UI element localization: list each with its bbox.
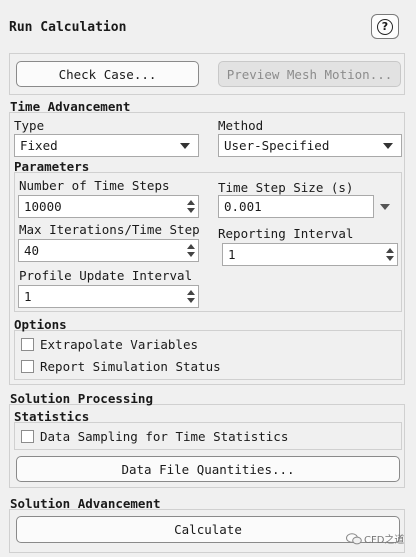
type-select[interactable]: Fixed bbox=[14, 134, 199, 157]
chevron-down-icon bbox=[383, 143, 393, 149]
chevron-down-icon[interactable] bbox=[380, 204, 390, 210]
data-sampling-checkbox[interactable]: Data Sampling for Time Statistics bbox=[21, 429, 288, 444]
time-step-size-input[interactable]: 0.001 bbox=[218, 195, 374, 218]
check-case-button[interactable]: Check Case... bbox=[16, 61, 199, 87]
extrapolate-variables-checkbox[interactable]: Extrapolate Variables bbox=[21, 337, 198, 352]
method-label: Method bbox=[218, 118, 264, 133]
spin-down-icon[interactable] bbox=[187, 252, 195, 257]
type-select-value: Fixed bbox=[20, 138, 58, 153]
reporting-interval-value: 1 bbox=[228, 247, 236, 262]
time-advancement-heading: Time Advancement bbox=[10, 99, 131, 114]
data-sampling-label: Data Sampling for Time Statistics bbox=[40, 429, 289, 444]
spin-up-icon[interactable] bbox=[187, 244, 195, 249]
spin-up-icon[interactable] bbox=[187, 290, 195, 295]
watermark-text: CFD之道 bbox=[364, 535, 405, 546]
num-time-steps-input[interactable]: 10000 bbox=[18, 195, 199, 218]
statistics-heading: Statistics bbox=[14, 409, 90, 424]
watermark: CFD之道 bbox=[346, 531, 404, 546]
method-select-value: User-Specified bbox=[224, 138, 330, 153]
panel-title: Run Calculation bbox=[9, 20, 127, 35]
checkbox[interactable] bbox=[21, 430, 34, 443]
max-iterations-label: Max Iterations/Time Step bbox=[19, 222, 200, 237]
chevron-down-icon bbox=[180, 143, 190, 149]
report-simulation-status-label: Report Simulation Status bbox=[40, 359, 221, 374]
profile-update-value: 1 bbox=[24, 289, 32, 304]
checkbox[interactable] bbox=[21, 338, 34, 351]
max-iterations-value: 40 bbox=[24, 243, 40, 258]
data-file-quantities-button[interactable]: Data File Quantities... bbox=[16, 456, 400, 482]
checkbox[interactable] bbox=[21, 360, 34, 373]
type-label: Type bbox=[14, 118, 45, 133]
options-heading: Options bbox=[14, 317, 67, 332]
solution-advancement-heading: Solution Advancement bbox=[10, 496, 161, 511]
reporting-interval-input[interactable]: 1 bbox=[222, 243, 398, 266]
num-time-steps-label: Number of Time Steps bbox=[19, 178, 170, 193]
spin-up-icon[interactable] bbox=[386, 248, 394, 253]
solution-processing-heading: Solution Processing bbox=[10, 391, 153, 406]
time-step-size-value: 0.001 bbox=[224, 199, 262, 214]
help-icon: ? bbox=[377, 18, 393, 35]
chat-bubble-icon bbox=[346, 532, 362, 544]
reporting-interval-label: Reporting Interval bbox=[218, 226, 354, 241]
spin-up-icon[interactable] bbox=[187, 200, 195, 205]
report-simulation-status-checkbox[interactable]: Report Simulation Status bbox=[21, 359, 221, 374]
extrapolate-variables-label: Extrapolate Variables bbox=[40, 337, 199, 352]
profile-update-label: Profile Update Interval bbox=[19, 268, 193, 283]
help-button[interactable]: ? bbox=[371, 14, 399, 39]
num-time-steps-value: 10000 bbox=[24, 199, 62, 214]
parameters-heading: Parameters bbox=[14, 159, 90, 174]
max-iterations-input[interactable]: 40 bbox=[18, 239, 199, 262]
calculate-button[interactable]: Calculate bbox=[16, 516, 400, 543]
preview-mesh-motion-button[interactable]: Preview Mesh Motion... bbox=[218, 61, 401, 87]
method-select[interactable]: User-Specified bbox=[218, 134, 402, 157]
spin-down-icon[interactable] bbox=[187, 208, 195, 213]
spin-down-icon[interactable] bbox=[386, 256, 394, 261]
spin-down-icon[interactable] bbox=[187, 298, 195, 303]
time-step-size-label: Time Step Size (s) bbox=[218, 180, 354, 195]
profile-update-input[interactable]: 1 bbox=[18, 285, 199, 308]
